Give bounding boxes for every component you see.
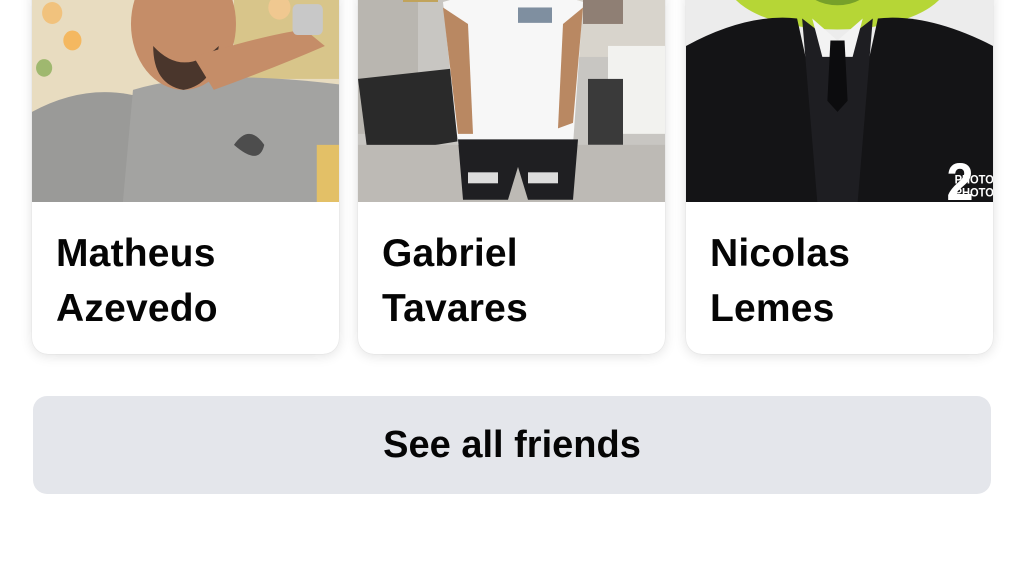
friend-first-name: Matheus [56,232,216,275]
friend-card-gabriel-tavares[interactable]: Gabriel Tavares [358,0,665,354]
see-all-friends-button[interactable]: See all friends [33,396,991,494]
friend-photo[interactable] [32,0,339,202]
see-all-friends-label: See all friends [383,423,641,466]
friend-name[interactable]: Gabriel Tavares [382,226,642,336]
friend-first-name: Gabriel [382,232,518,275]
watermark-text: PHOTO [955,186,993,200]
friend-last-name: Azevedo [56,287,218,330]
profile-picture-image: 2 PHOTO PHOTO [686,0,993,202]
friend-card-nicolas-lemes[interactable]: 2 PHOTO PHOTO Nicolas Lemes [686,0,993,354]
friend-photo[interactable]: 2 PHOTO PHOTO [686,0,993,202]
friend-name[interactable]: Matheus Azevedo [56,226,316,336]
profile-picture-image [32,0,339,202]
friend-photo[interactable] [358,0,665,202]
friend-first-name: Nicolas [710,232,851,275]
friend-card-matheus-azevedo[interactable]: Matheus Azevedo [32,0,339,354]
profile-picture-image [358,0,665,202]
watermark-text: PHOTO [955,173,993,187]
friend-name[interactable]: Nicolas Lemes [710,226,970,336]
friend-last-name: Lemes [710,287,835,330]
friend-last-name: Tavares [382,287,528,330]
friends-section: Matheus Azevedo Gabriel Tavares 2 PHOTO … [0,0,1024,568]
friends-grid: Matheus Azevedo Gabriel Tavares 2 PHOTO … [32,0,993,354]
